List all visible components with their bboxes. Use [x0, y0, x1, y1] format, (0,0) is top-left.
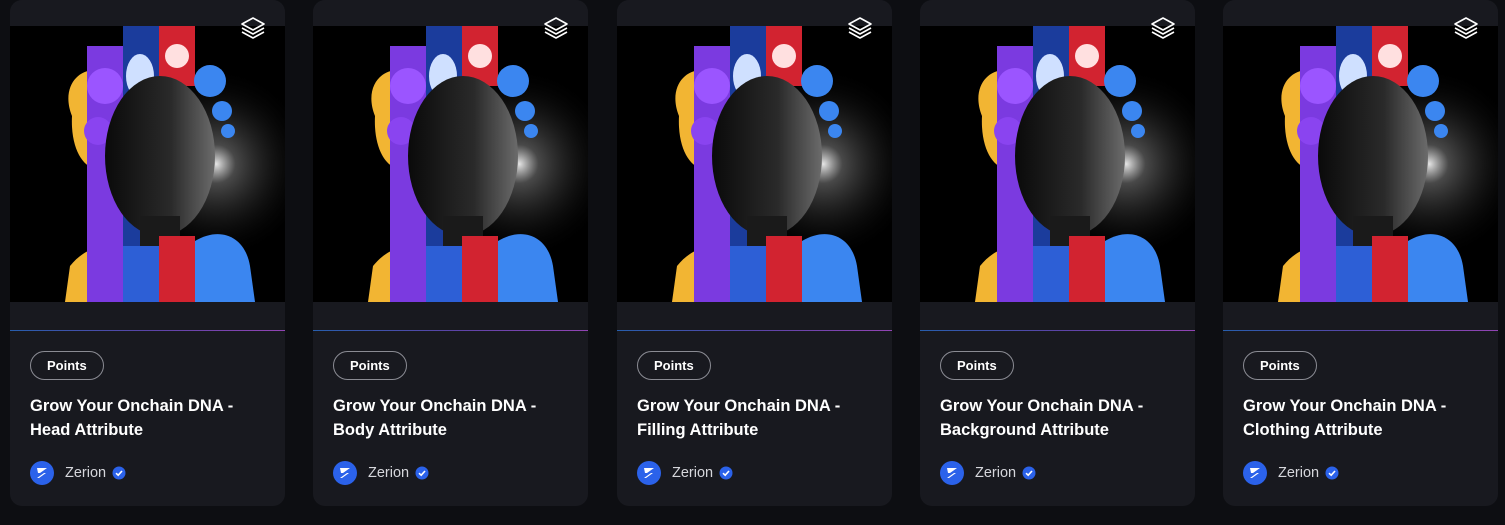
card-title[interactable]: Grow Your Onchain DNA - Body Attribute: [333, 394, 563, 442]
creator-name[interactable]: Zerion: [975, 465, 1016, 481]
creator-name[interactable]: Zerion: [1278, 465, 1319, 481]
creator-name[interactable]: Zerion: [65, 465, 106, 481]
nft-artwork[interactable]: [920, 26, 1195, 302]
points-tag: Points: [30, 351, 104, 380]
nft-card[interactable]: Points Grow Your Onchain DNA - Backgroun…: [920, 0, 1195, 506]
creator-name[interactable]: Zerion: [672, 465, 713, 481]
verified-badge-icon: [415, 466, 429, 480]
zerion-logo-icon: [30, 461, 54, 485]
nft-artwork[interactable]: [1223, 26, 1498, 302]
layers-icon: [542, 14, 570, 42]
points-tag: Points: [940, 351, 1014, 380]
creator-row[interactable]: Zerion: [637, 461, 872, 485]
points-tag: Points: [637, 351, 711, 380]
points-tag: Points: [1243, 351, 1317, 380]
card-title[interactable]: Grow Your Onchain DNA - Filling Attribut…: [637, 394, 867, 442]
nft-artwork[interactable]: [313, 26, 588, 302]
layers-icon: [1452, 14, 1480, 42]
card-title[interactable]: Grow Your Onchain DNA - Head Attribute: [30, 394, 260, 442]
nft-artwork[interactable]: [617, 26, 892, 302]
card-divider: [920, 330, 1195, 331]
nft-artwork[interactable]: [10, 26, 285, 302]
card-divider: [10, 330, 285, 331]
nft-card[interactable]: Points Grow Your Onchain DNA - Body Attr…: [313, 0, 588, 506]
verified-badge-icon: [112, 466, 126, 480]
card-divider: [1223, 330, 1498, 331]
layers-icon: [239, 14, 267, 42]
creator-row[interactable]: Zerion: [30, 461, 265, 485]
card-divider: [617, 330, 892, 331]
verified-badge-icon: [1022, 466, 1036, 480]
zerion-logo-icon: [1243, 461, 1267, 485]
layers-icon: [1149, 14, 1177, 42]
creator-row[interactable]: Zerion: [333, 461, 568, 485]
zerion-logo-icon: [940, 461, 964, 485]
creator-row[interactable]: Zerion: [940, 461, 1175, 485]
verified-badge-icon: [1325, 466, 1339, 480]
zerion-logo-icon: [637, 461, 661, 485]
card-title[interactable]: Grow Your Onchain DNA - Clothing Attribu…: [1243, 394, 1473, 442]
layers-icon: [846, 14, 874, 42]
nft-card[interactable]: Points Grow Your Onchain DNA - Filling A…: [617, 0, 892, 506]
creator-name[interactable]: Zerion: [368, 465, 409, 481]
verified-badge-icon: [719, 466, 733, 480]
zerion-logo-icon: [333, 461, 357, 485]
card-divider: [313, 330, 588, 331]
points-tag: Points: [333, 351, 407, 380]
nft-card[interactable]: Points Grow Your Onchain DNA - Clothing …: [1223, 0, 1498, 506]
creator-row[interactable]: Zerion: [1243, 461, 1478, 485]
card-title[interactable]: Grow Your Onchain DNA - Background Attri…: [940, 394, 1170, 442]
nft-card[interactable]: Points Grow Your Onchain DNA - Head Attr…: [10, 0, 285, 506]
